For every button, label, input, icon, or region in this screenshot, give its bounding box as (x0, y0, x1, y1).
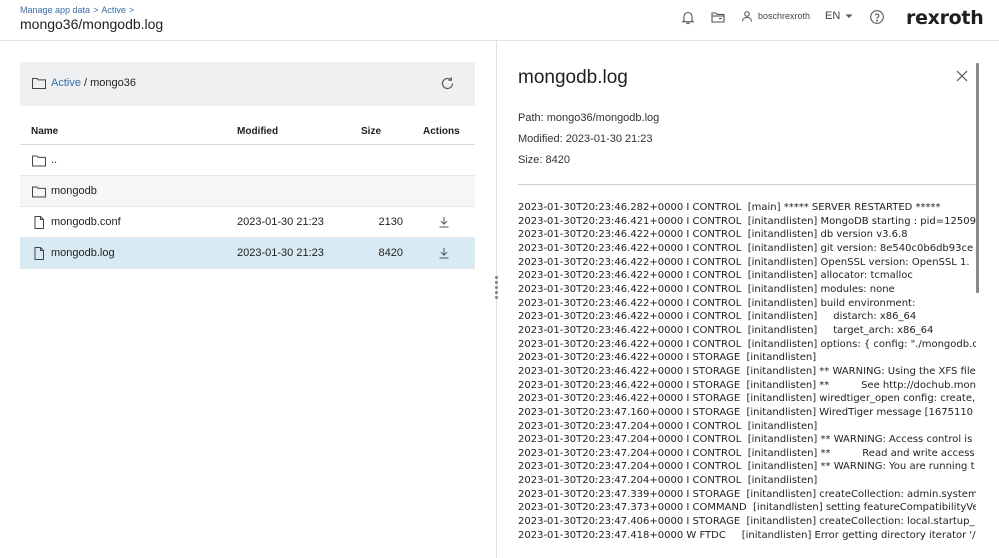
row-name: mongodb.conf (51, 216, 121, 228)
language-label: EN (825, 10, 841, 22)
log-line: 2023-01-30T20:23:47.160+0000 I STORAGE [… (518, 406, 974, 418)
file-size: Size: 8420 (518, 154, 570, 166)
divider (518, 184, 978, 185)
current-folder: mongo36 (90, 77, 137, 89)
folder-icon (32, 78, 46, 89)
row-modified: 2023-01-30 21:23 (237, 216, 324, 228)
folder-link-active[interactable]: Active (51, 77, 81, 89)
user-menu[interactable]: boschrexroth (741, 10, 810, 22)
folder-open-icon[interactable] (710, 9, 726, 25)
file-preview-panel: mongodb.log Path: mongo36/mongodb.log Mo… (497, 41, 999, 558)
log-line: 2023-01-30T20:23:47.373+0000 I COMMAND [… (518, 502, 976, 514)
log-content: 2023-01-30T20:23:46.282+0000 I CONTROL [… (518, 201, 976, 558)
log-line: 2023-01-30T20:23:47.204+0000 I CONTROL [… (518, 434, 973, 446)
close-icon[interactable] (956, 70, 968, 82)
rexroth-logo: rexroth (906, 7, 984, 29)
log-line: 2023-01-30T20:23:46.422+0000 I CONTROL [… (518, 324, 934, 336)
log-line: 2023-01-30T20:23:47.204+0000 I CONTROL [… (518, 461, 975, 473)
column-header-modified[interactable]: Modified (237, 126, 278, 137)
folder-icon (32, 155, 46, 167)
row-size: 8420 (378, 247, 403, 259)
log-line: 2023-01-30T20:23:46.421+0000 I CONTROL [… (518, 215, 976, 227)
breadcrumb-active[interactable]: Active (101, 5, 126, 15)
path-separator: / (80, 77, 91, 89)
file-modified: Modified: 2023-01-30 21:23 (518, 133, 653, 145)
file-icon (34, 216, 44, 229)
row-name: mongodb.log (51, 247, 115, 259)
column-header-size[interactable]: Size (361, 126, 381, 137)
log-line: 2023-01-30T20:23:46.422+0000 I STORAGE [… (518, 365, 976, 377)
row-size: 2130 (378, 216, 403, 228)
log-line: 2023-01-30T20:23:47.406+0000 I STORAGE [… (518, 516, 975, 528)
file-table: Name Modified Size Actions .. mongodb mo… (20, 119, 475, 269)
page-title: mongo36/mongodb.log (20, 16, 164, 32)
download-icon[interactable] (438, 216, 450, 228)
column-header-name[interactable]: Name (31, 126, 58, 137)
chevron-down-icon (845, 14, 853, 18)
log-line: 2023-01-30T20:23:46.422+0000 I CONTROL [… (518, 242, 974, 254)
breadcrumb-separator: > (93, 5, 99, 15)
bell-icon[interactable] (680, 9, 696, 25)
log-line: 2023-01-30T20:23:46.422+0000 I CONTROL [… (518, 270, 913, 282)
log-line: 2023-01-30T20:23:46.422+0000 I CONTROL [… (518, 229, 908, 241)
table-row-selected[interactable]: mongodb.log 2023-01-30 21:23 8420 (20, 238, 475, 269)
log-line: 2023-01-30T20:23:47.204+0000 I CONTROL [… (518, 420, 818, 432)
table-header: Name Modified Size Actions (20, 119, 475, 145)
file-icon (34, 247, 44, 260)
refresh-icon[interactable] (439, 75, 456, 92)
log-line: 2023-01-30T20:23:46.422+0000 I CONTROL [… (518, 338, 976, 350)
preview-title: mongodb.log (518, 67, 628, 88)
log-line: 2023-01-30T20:23:47.418+0000 W FTDC [ini… (518, 529, 976, 541)
log-line: 2023-01-30T20:23:46.422+0000 I STORAGE [… (518, 352, 817, 364)
breadcrumb: Manage app data > Active > (20, 5, 134, 15)
row-name: .. (51, 154, 58, 166)
folder-icon (32, 186, 46, 198)
log-line: 2023-01-30T20:23:46.422+0000 I CONTROL [… (518, 311, 917, 323)
file-browser-panel: Active / mongo36 Name Modified Size Acti… (0, 41, 496, 558)
table-row[interactable]: .. (20, 145, 475, 176)
log-line: 2023-01-30T20:23:47.204+0000 I CONTROL [… (518, 447, 975, 459)
log-line: 2023-01-30T20:23:46.282+0000 I CONTROL [… (518, 202, 941, 213)
log-line: 2023-01-30T20:23:46.422+0000 I CONTROL [… (518, 297, 916, 309)
language-selector[interactable]: EN (825, 10, 853, 22)
log-line: 2023-01-30T20:23:47.204+0000 I CONTROL [… (518, 475, 818, 487)
table-row[interactable]: mongodb.conf 2023-01-30 21:23 2130 (20, 207, 475, 238)
row-modified: 2023-01-30 21:23 (237, 247, 324, 259)
folder-path-bar: Active / mongo36 (20, 62, 475, 106)
help-icon[interactable] (869, 9, 885, 25)
log-line: 2023-01-30T20:23:46.422+0000 I STORAGE [… (518, 393, 976, 405)
user-name: boschrexroth (758, 11, 811, 21)
breadcrumb-separator: > (128, 5, 135, 15)
breadcrumb-manage-app-data[interactable]: Manage app data (20, 5, 90, 15)
log-line: 2023-01-30T20:23:46.422+0000 I STORAGE [… (518, 379, 976, 391)
log-line: 2023-01-30T20:23:47.339+0000 I STORAGE [… (518, 488, 976, 500)
scrollbar[interactable] (976, 63, 979, 293)
download-icon[interactable] (438, 247, 450, 259)
row-name: mongodb (51, 185, 97, 197)
log-line: 2023-01-30T20:23:46.422+0000 I CONTROL [… (518, 256, 970, 268)
file-path: Path: mongo36/mongodb.log (518, 112, 660, 124)
folder-path: Active / mongo36 (51, 77, 136, 89)
table-row[interactable]: mongodb (20, 176, 475, 207)
log-line: 2023-01-30T20:23:46.422+0000 I CONTROL [… (518, 283, 895, 295)
column-header-actions: Actions (423, 126, 460, 137)
user-icon (742, 11, 752, 22)
app-header: Manage app data > Active > mongo36/mongo… (0, 0, 999, 41)
